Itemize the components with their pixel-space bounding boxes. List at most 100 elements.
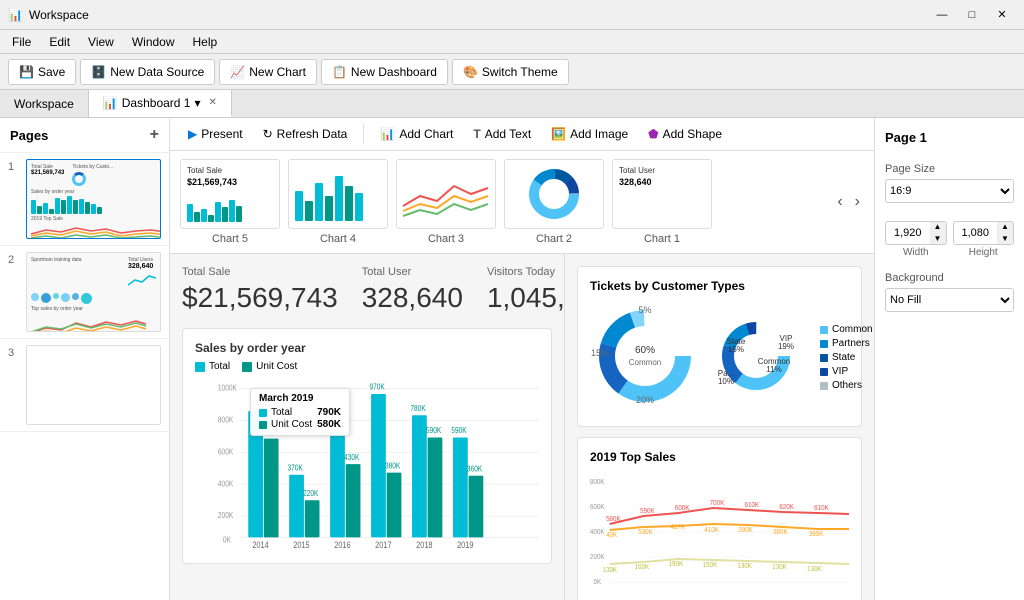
chart-box-2[interactable] bbox=[504, 159, 604, 229]
svg-text:15%: 15% bbox=[591, 348, 609, 358]
svg-text:530K: 530K bbox=[638, 529, 653, 536]
stats-row: Total Sale $21,569,743 Total User 328,64… bbox=[182, 266, 552, 314]
dashboard-main: Total Sale $21,569,743 Total User 328,64… bbox=[170, 254, 874, 600]
svg-text:2018: 2018 bbox=[416, 539, 433, 548]
page-number-1: 1 bbox=[8, 161, 20, 173]
new-dashboard-button[interactable]: 📋 New Dashboard bbox=[321, 59, 448, 85]
height-down-button[interactable]: ▼ bbox=[997, 233, 1013, 245]
present-button[interactable]: ▶ Present bbox=[180, 124, 251, 144]
page-number-3: 3 bbox=[8, 347, 20, 359]
chart-prev-button[interactable]: ‹ bbox=[833, 193, 846, 211]
add-shape-button[interactable]: ⬟ Add Shape bbox=[640, 124, 730, 144]
tickets-title: Tickets by Customer Types bbox=[590, 279, 849, 293]
chart-thumb-4[interactable]: Chart 4 bbox=[288, 159, 388, 245]
width-input[interactable] bbox=[886, 227, 930, 239]
svg-text:600K: 600K bbox=[675, 505, 690, 512]
legend-state: State bbox=[820, 352, 873, 363]
close-button[interactable]: ✕ bbox=[988, 5, 1016, 25]
add-page-button[interactable]: + bbox=[150, 126, 159, 144]
dashboard-icon: 📋 bbox=[332, 65, 347, 79]
svg-text:370K: 370K bbox=[288, 463, 303, 473]
chart-thumb-3[interactable]: Chart 3 bbox=[396, 159, 496, 245]
menu-help[interactable]: Help bbox=[185, 33, 226, 51]
width-label: Width bbox=[885, 247, 947, 258]
add-image-icon: 🖼️ bbox=[551, 127, 566, 141]
tab-close-button[interactable]: ✕ bbox=[209, 97, 217, 108]
new-chart-button[interactable]: 📈 New Chart bbox=[219, 59, 317, 85]
switch-theme-button[interactable]: 🎨 Switch Theme bbox=[452, 59, 569, 85]
svg-text:620K: 620K bbox=[779, 504, 794, 511]
page-item-2[interactable]: 2 Sportman training data Total Users 328… bbox=[0, 246, 169, 339]
svg-text:580K: 580K bbox=[606, 516, 621, 523]
background-select[interactable]: No Fill Solid Color Gradient bbox=[885, 288, 1014, 312]
title-bar-controls: — □ ✕ bbox=[928, 5, 1016, 25]
page-thumb-1: Total Sale $21,569,743 Tickets by Custo.… bbox=[26, 159, 161, 239]
svg-text:590K: 590K bbox=[451, 425, 466, 435]
chart-box-1[interactable]: Total User 328,640 bbox=[612, 159, 712, 229]
svg-text:2015: 2015 bbox=[293, 539, 310, 548]
save-button[interactable]: 💾 Save bbox=[8, 59, 76, 85]
background-label: Background bbox=[885, 272, 1014, 284]
minimize-button[interactable]: — bbox=[928, 5, 956, 25]
menu-window[interactable]: Window bbox=[124, 33, 183, 51]
svg-text:2017: 2017 bbox=[375, 539, 392, 548]
svg-text:130K: 130K bbox=[603, 567, 618, 574]
svg-text:800K: 800K bbox=[218, 415, 233, 425]
legend-partners-color bbox=[820, 340, 828, 348]
sidebar-header: Pages + bbox=[0, 118, 169, 153]
add-image-button[interactable]: 🖼️ Add Image bbox=[543, 124, 636, 144]
menu-view[interactable]: View bbox=[80, 33, 122, 51]
menu-file[interactable]: File bbox=[4, 33, 39, 51]
chart-box-4[interactable] bbox=[288, 159, 388, 229]
action-bar: ▶ Present ↻ Refresh Data 📊 Add Chart T A… bbox=[170, 118, 874, 151]
panel-title: Page 1 bbox=[885, 130, 1014, 145]
chart-box-5[interactable]: Total Sale $21,569,743 bbox=[180, 159, 280, 229]
maximize-button[interactable]: □ bbox=[958, 5, 986, 25]
sidebar-title: Pages bbox=[10, 128, 48, 143]
svg-text:430K: 430K bbox=[344, 452, 359, 462]
chart2-title: Chart 2 bbox=[536, 233, 572, 245]
legend-vip-color bbox=[820, 368, 828, 376]
chart-thumb-2[interactable]: Chart 2 bbox=[504, 159, 604, 245]
svg-text:2016: 2016 bbox=[334, 539, 351, 548]
svg-text:11%: 11% bbox=[766, 365, 781, 374]
chart-thumb-5[interactable]: Total Sale $21,569,743 Chart 5 bbox=[180, 159, 280, 245]
new-data-source-button[interactable]: 🗄️ New Data Source bbox=[80, 59, 215, 85]
add-text-button[interactable]: T Add Text bbox=[465, 124, 539, 144]
height-input[interactable] bbox=[954, 227, 998, 239]
svg-text:380K: 380K bbox=[773, 529, 788, 536]
svg-text:0K: 0K bbox=[594, 579, 602, 586]
chart-next-button[interactable]: › bbox=[851, 193, 864, 211]
tab-dashboard1-label: Dashboard 1 bbox=[122, 96, 191, 110]
add-chart-button[interactable]: 📊 Add Chart bbox=[372, 124, 461, 144]
page-item-1[interactable]: 1 Total Sale $21,569,743 Tickets by Cust… bbox=[0, 153, 169, 246]
chart-box-3[interactable] bbox=[396, 159, 496, 229]
title-bar: 📊 Workspace — □ ✕ bbox=[0, 0, 1024, 30]
tab-dropdown-icon[interactable]: ▾ bbox=[194, 96, 200, 110]
svg-text:620K: 620K bbox=[329, 420, 344, 430]
page-item-3[interactable]: 3 bbox=[0, 339, 169, 432]
title-bar-left: 📊 Workspace bbox=[8, 8, 89, 22]
chart-strip: Total Sale $21,569,743 Chart 5 bbox=[170, 151, 874, 254]
height-up-button[interactable]: ▲ bbox=[997, 221, 1013, 233]
svg-text:780K: 780K bbox=[410, 403, 425, 413]
background-section: Background No Fill Solid Color Gradient bbox=[885, 272, 1014, 320]
svg-text:0K: 0K bbox=[223, 535, 231, 545]
svg-text:130K: 130K bbox=[772, 564, 787, 571]
page-thumb-3 bbox=[26, 345, 161, 425]
page-number-2: 2 bbox=[8, 254, 20, 266]
page-size-select[interactable]: 16:9 4:3 Custom bbox=[885, 179, 1014, 203]
width-up-button[interactable]: ▲ bbox=[930, 221, 946, 233]
svg-text:610K: 610K bbox=[814, 505, 829, 512]
chart-thumb-1[interactable]: Total User 328,640 Chart 1 bbox=[612, 159, 712, 245]
svg-text:399K: 399K bbox=[809, 531, 824, 538]
menu-edit[interactable]: Edit bbox=[41, 33, 78, 51]
donut-legend: Common Partners State bbox=[820, 324, 873, 391]
refresh-data-button[interactable]: ↻ Refresh Data bbox=[255, 124, 356, 144]
width-down-button[interactable]: ▼ bbox=[930, 233, 946, 245]
svg-text:400K: 400K bbox=[218, 479, 233, 489]
tab-workspace[interactable]: Workspace bbox=[0, 90, 89, 117]
svg-text:400K: 400K bbox=[590, 529, 605, 536]
chart1-title: Chart 1 bbox=[644, 233, 680, 245]
tab-dashboard1[interactable]: 📊 Dashboard 1 ▾ ✕ bbox=[89, 90, 232, 117]
